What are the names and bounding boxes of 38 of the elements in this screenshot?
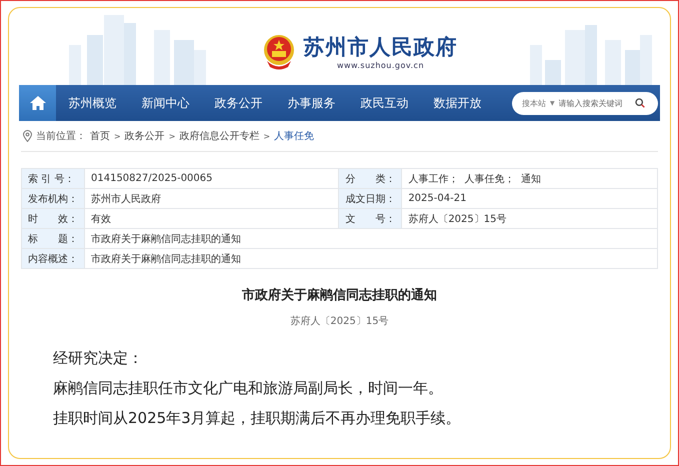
document-number: 苏府人〔2025〕15号: [290, 314, 389, 328]
article-title: 市政府关于麻鹇信同志挂职的通知: [242, 286, 437, 304]
breadcrumb-link[interactable]: 人事任免: [274, 129, 314, 143]
nav-item[interactable]: 苏州概览: [56, 94, 129, 112]
field-value: 苏府人〔2025〕15号: [402, 208, 658, 228]
field-value: 有效: [84, 208, 339, 228]
nav-item[interactable]: 新闻中心: [129, 94, 202, 112]
field-label: 标 题：: [22, 228, 84, 248]
site-title: 苏州市人民政府: [304, 34, 458, 61]
field-label: 内容概述：: [22, 248, 84, 268]
field-value: 苏州市人民政府: [84, 188, 339, 208]
search-scope[interactable]: 搜本站: [522, 98, 546, 108]
field-label: 成文日期：: [338, 188, 402, 208]
field-value: 市政府关于麻鹇信同志挂职的通知: [84, 248, 658, 268]
breadcrumb-separator: >: [168, 132, 176, 140]
paragraph: 经研究决定：: [53, 348, 144, 368]
nav-item[interactable]: 办事服务: [275, 94, 348, 112]
field-label: 时 效：: [22, 208, 84, 228]
breadcrumb-separator: >: [263, 132, 270, 140]
field-label: 分 类：: [338, 168, 402, 188]
nav-item[interactable]: 数据开放: [421, 94, 494, 112]
field-value: 014150827/2025-00065: [84, 168, 339, 188]
breadcrumb-separator: >: [114, 132, 121, 140]
breadcrumb-link[interactable]: 首页: [90, 129, 110, 143]
breadcrumb-link[interactable]: 政务公开: [124, 129, 165, 143]
field-label: 文 号：: [338, 208, 402, 228]
paragraph: 挂职时间从2025年3月算起，挂职期满后不再办理免职手续。: [53, 408, 462, 428]
field-label: 索 引 号：: [22, 168, 84, 188]
breadcrumb-label: 当前位置：: [36, 130, 86, 143]
field-value: 2025-04-21: [402, 188, 658, 208]
nav-item[interactable]: 政民互动: [348, 94, 421, 112]
nav-item[interactable]: 政务公开: [202, 94, 275, 112]
breadcrumb-link[interactable]: 政府信息公开专栏: [179, 129, 260, 143]
field-value: 市政府关于麻鹇信同志挂职的通知: [84, 228, 658, 248]
paragraph: 麻鹇信同志挂职任市文化广电和旅游局副局长，时间一年。: [53, 378, 444, 398]
site-url: www.suzhou.gov.cn: [336, 61, 424, 70]
field-value: 人事工作； 人事任免； 通知: [402, 168, 658, 188]
field-label: 发布机构：: [22, 188, 84, 208]
